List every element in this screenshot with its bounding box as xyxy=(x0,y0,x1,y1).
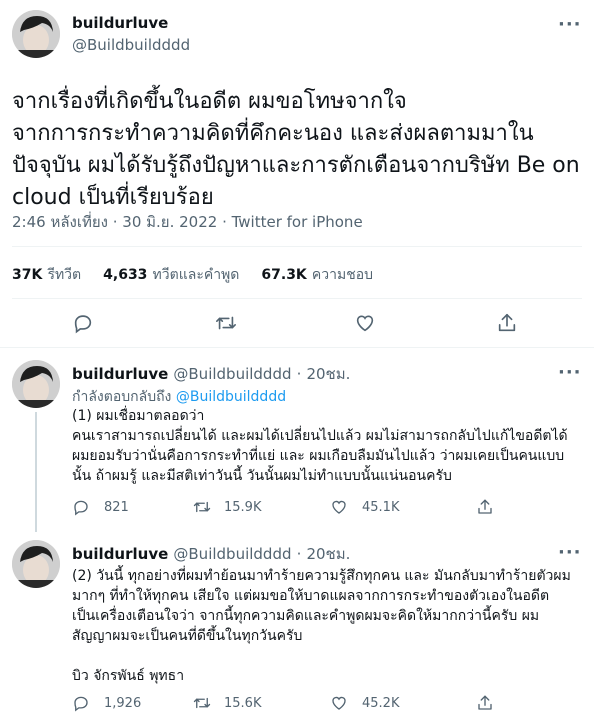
like-icon[interactable] xyxy=(354,312,376,334)
more-dots-icon[interactable]: ··· xyxy=(558,542,582,563)
reply-display-name[interactable]: buildurluve xyxy=(72,365,168,383)
author-display-name[interactable]: buildurluve xyxy=(72,14,168,32)
reply-icon[interactable] xyxy=(72,312,94,334)
reply-button[interactable]: 821 xyxy=(72,498,129,516)
author-avatar[interactable] xyxy=(12,10,60,58)
likes-stat[interactable]: 67.3K ความชอบ xyxy=(261,264,373,286)
reply-handle[interactable]: @Buildbuildddd xyxy=(173,545,291,563)
quotes-count: 4,633 xyxy=(103,267,148,283)
replying-to-handle[interactable]: @Buildbuildddd xyxy=(176,389,286,405)
reply-separator: · xyxy=(296,545,302,563)
retweets-label: รีทวีต xyxy=(47,267,82,283)
reply-count: 821 xyxy=(104,499,129,515)
divider xyxy=(12,298,582,299)
retweet-count: 15.6K xyxy=(224,695,262,711)
tweet-timestamp[interactable]: 2:46 หลังเที่ยง · 30 มิ.ย. 2022 · Twitte… xyxy=(12,210,363,234)
like-button[interactable]: 45.1K xyxy=(330,498,399,516)
reply-display-name[interactable]: buildurluve xyxy=(72,545,168,563)
author-handle[interactable]: @Buildbuildddd xyxy=(72,36,190,54)
share-button[interactable] xyxy=(476,498,494,516)
more-dots-icon[interactable]: ··· xyxy=(558,14,582,35)
reply-avatar[interactable] xyxy=(12,540,60,588)
retweet-button[interactable]: 15.9K xyxy=(192,498,261,516)
tweet-text: จากเรื่องที่เกิดขึ้นในอดีต ผมขอโทษจากใจ … xyxy=(12,86,586,214)
replying-to: กำลังตอบกลับถึง @Buildbuildddd xyxy=(72,386,286,408)
reply-handle[interactable]: @Buildbuildddd xyxy=(173,365,291,383)
reply-text: (2) วันนี้ ทุกอย่างที่ผมทำย้อนมาทำร้ายคว… xyxy=(72,568,571,684)
tweet-text-line: จากเรื่องที่เกิดขึ้นในอดีต ผมขอโทษจากใจ xyxy=(12,89,407,114)
like-icon xyxy=(332,696,346,710)
like-count: 45.1K xyxy=(362,499,400,515)
share-icon[interactable] xyxy=(496,312,518,334)
like-icon xyxy=(332,500,346,514)
share-icon xyxy=(478,499,492,514)
reply-time[interactable]: 20ชม. xyxy=(306,545,350,563)
share-icon xyxy=(478,695,492,710)
retweets-stat[interactable]: 37K รีทวีต xyxy=(12,264,81,286)
reply-icon xyxy=(74,500,88,516)
reply-header: buildurluve @Buildbuildddd · 20ชม. xyxy=(72,542,350,566)
share-button[interactable] xyxy=(476,694,494,712)
replying-to-prefix: กำลังตอบกลับถึง xyxy=(72,389,172,405)
reply-button[interactable]: 1,926 xyxy=(72,694,141,712)
like-button[interactable]: 45.2K xyxy=(330,694,399,712)
reply-icon xyxy=(74,696,88,712)
retweet-button[interactable]: 15.6K xyxy=(192,694,261,712)
reply-text: (1) ผมเชื่อมาตลอดว่า คนเราสามารถเปลี่ยนไ… xyxy=(72,408,568,484)
thread-line xyxy=(35,412,37,532)
reply-avatar[interactable] xyxy=(12,360,60,408)
divider xyxy=(0,347,594,348)
retweet-icon xyxy=(193,697,211,709)
reply-count: 1,926 xyxy=(104,695,142,711)
tweet-stats: 37K รีทวีต 4,633 ทวีตและคำพูด 67.3K ความ… xyxy=(12,264,373,286)
tweet-text-line: ปัจจุบัน ผมได้รับรู้ถึงปัญหาและการตักเตื… xyxy=(12,153,580,178)
tweet-text-line: จากการกระทำความคิดที่คึกคะนอง และส่งผลตา… xyxy=(12,121,534,146)
likes-label: ความชอบ xyxy=(311,267,373,283)
retweets-count: 37K xyxy=(12,267,43,283)
likes-count: 67.3K xyxy=(261,267,307,283)
quotes-stat[interactable]: 4,633 ทวีตและคำพูด xyxy=(103,264,239,286)
reply-time[interactable]: 20ชม. xyxy=(306,365,350,383)
divider xyxy=(12,246,582,247)
retweet-icon xyxy=(193,501,211,513)
reply-separator: · xyxy=(296,365,302,383)
reply-header: buildurluve @Buildbuildddd · 20ชม. xyxy=(72,362,350,386)
more-dots-icon[interactable]: ··· xyxy=(558,362,582,383)
retweet-count: 15.9K xyxy=(224,499,262,515)
like-count: 45.2K xyxy=(362,695,400,711)
retweet-icon[interactable] xyxy=(214,312,238,334)
quotes-label: ทวีตและคำพูด xyxy=(152,267,240,283)
